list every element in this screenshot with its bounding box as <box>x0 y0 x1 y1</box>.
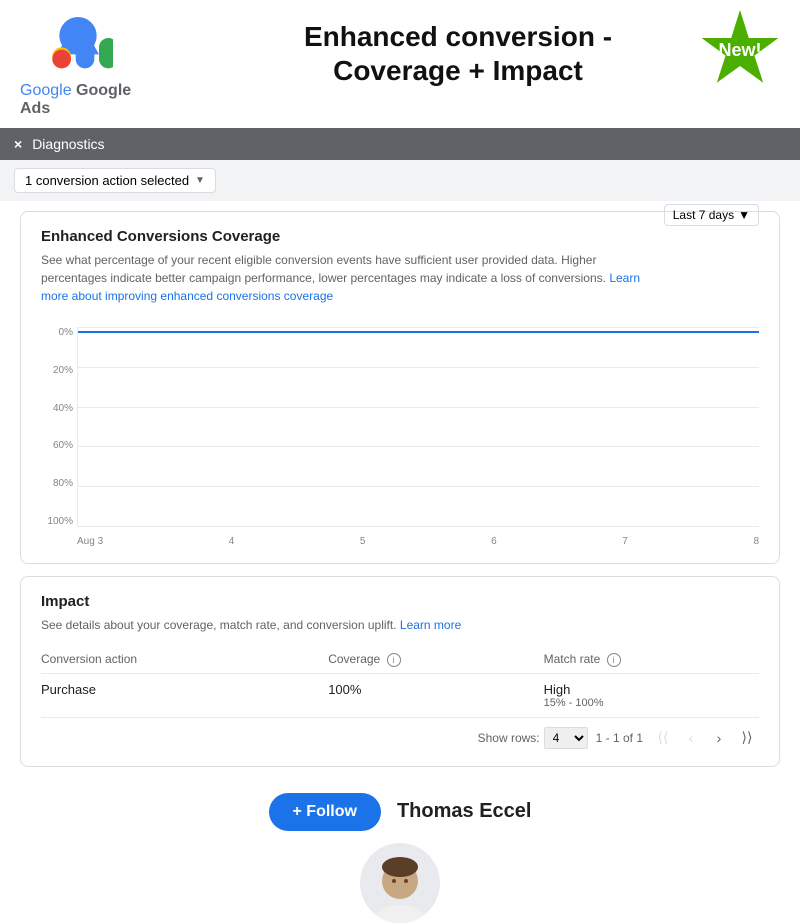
title-area: Enhanced conversion - Coverage + Impact <box>136 10 780 87</box>
person-name: Thomas Eccel <box>397 800 532 823</box>
main-content: Enhanced Conversions Coverage See what p… <box>0 201 800 777</box>
x-label-aug3: Aug 3 <box>77 536 103 547</box>
y-label-20: 20% <box>41 365 77 376</box>
diagnostics-title: Diagnostics <box>32 136 104 152</box>
impact-card: Impact See details about your coverage, … <box>20 576 780 767</box>
page-title: Enhanced conversion - Coverage + Impact <box>136 20 780 87</box>
th-match-rate: Match rate i <box>544 646 759 673</box>
x-label-7: 7 <box>622 536 628 547</box>
td-coverage: 100% <box>328 673 543 717</box>
google-ads-logo-icon <box>43 10 113 80</box>
close-button[interactable]: × <box>14 136 22 152</box>
conversion-dropdown[interactable]: 1 conversion action selected ▼ <box>14 168 216 193</box>
match-rate-range: 15% - 100% <box>544 697 759 709</box>
impact-card-title: Impact <box>41 593 759 610</box>
pagination-area: Show rows: 4 10 25 1 - 1 of 1 ⟨⟨ ‹ › ⟩⟩ <box>41 718 759 750</box>
google-ads-logo: Google Google Ads <box>20 10 136 118</box>
dropdown-arrow-icon: ▼ <box>195 175 205 186</box>
matchrate-info-icon[interactable]: i <box>607 653 621 667</box>
x-label-6: 6 <box>491 536 497 547</box>
grid-line-80 <box>78 367 759 368</box>
y-axis: 100% 80% 60% 40% 20% 0% <box>41 327 77 527</box>
rows-selector: Show rows: 4 10 25 <box>478 727 588 749</box>
table-row: Purchase 100% High 15% - 100% <box>41 673 759 717</box>
x-axis: Aug 3 4 5 6 7 8 <box>77 536 759 547</box>
grid-line-40 <box>78 446 759 447</box>
impact-table: Conversion action Coverage i Match rate … <box>41 646 759 718</box>
rows-dropdown[interactable]: 4 10 25 <box>544 727 588 749</box>
grid-line-20 <box>78 486 759 487</box>
page-nav: ⟨⟨ ‹ › ⟩⟩ <box>651 726 759 750</box>
coverage-card-desc: See what percentage of your recent eligi… <box>41 251 664 305</box>
impact-learn-more-link[interactable]: Learn more <box>400 618 461 632</box>
coverage-info-icon[interactable]: i <box>387 653 401 667</box>
diagnostics-bar: × Diagnostics <box>0 128 800 160</box>
nav-prev-button[interactable]: ‹ <box>679 726 703 750</box>
header: Google Google Ads Enhanced conversion - … <box>0 0 800 128</box>
follow-button[interactable]: + Follow <box>269 793 381 831</box>
date-arrow-icon: ▼ <box>738 208 750 222</box>
coverage-chart: 100% 80% 60% 40% 20% 0% Aug 3 4 5 <box>41 327 759 547</box>
th-conversion-action: Conversion action <box>41 646 328 673</box>
y-label-80: 80% <box>41 478 77 489</box>
table-header-row: Conversion action Coverage i Match rate … <box>41 646 759 673</box>
td-conversion-action: Purchase <box>41 673 328 717</box>
nav-first-button[interactable]: ⟨⟨ <box>651 726 675 750</box>
avatar <box>360 843 440 923</box>
show-rows-label: Show rows: <box>478 731 540 745</box>
impact-card-desc: See details about your coverage, match r… <box>41 616 759 634</box>
y-label-60: 60% <box>41 440 77 451</box>
th-coverage: Coverage i <box>328 646 543 673</box>
coverage-card: Enhanced Conversions Coverage See what p… <box>20 211 780 564</box>
title-line1: Enhanced conversion - <box>304 21 612 52</box>
y-label-40: 40% <box>41 403 77 414</box>
grid-line-60 <box>78 407 759 408</box>
data-line <box>78 331 759 333</box>
conversion-dropdown-label: 1 conversion action selected <box>25 173 189 188</box>
avatar-area <box>0 839 800 923</box>
nav-next-button[interactable]: › <box>707 726 731 750</box>
selector-bar: 1 conversion action selected ▼ <box>0 160 800 201</box>
x-label-8: 8 <box>753 536 759 547</box>
date-label: Last 7 days <box>673 208 734 222</box>
title-line2: Coverage + Impact <box>333 55 583 86</box>
match-rate-label: High <box>544 682 759 697</box>
x-label-5: 5 <box>360 536 366 547</box>
page-info: 1 - 1 of 1 <box>596 731 643 745</box>
avatar-image <box>360 843 440 923</box>
nav-last-button[interactable]: ⟩⟩ <box>735 726 759 750</box>
grid-line-100 <box>78 327 759 328</box>
td-match-rate: High 15% - 100% <box>544 673 759 717</box>
coverage-card-title: Enhanced Conversions Coverage <box>41 228 664 245</box>
chart-inner <box>77 327 759 527</box>
y-label-0: 0% <box>41 327 77 338</box>
x-label-4: 4 <box>229 536 235 547</box>
y-label-100: 100% <box>41 516 77 527</box>
follow-section: + Follow Thomas Eccel <box>0 777 800 839</box>
date-selector[interactable]: Last 7 days ▼ <box>664 204 759 226</box>
